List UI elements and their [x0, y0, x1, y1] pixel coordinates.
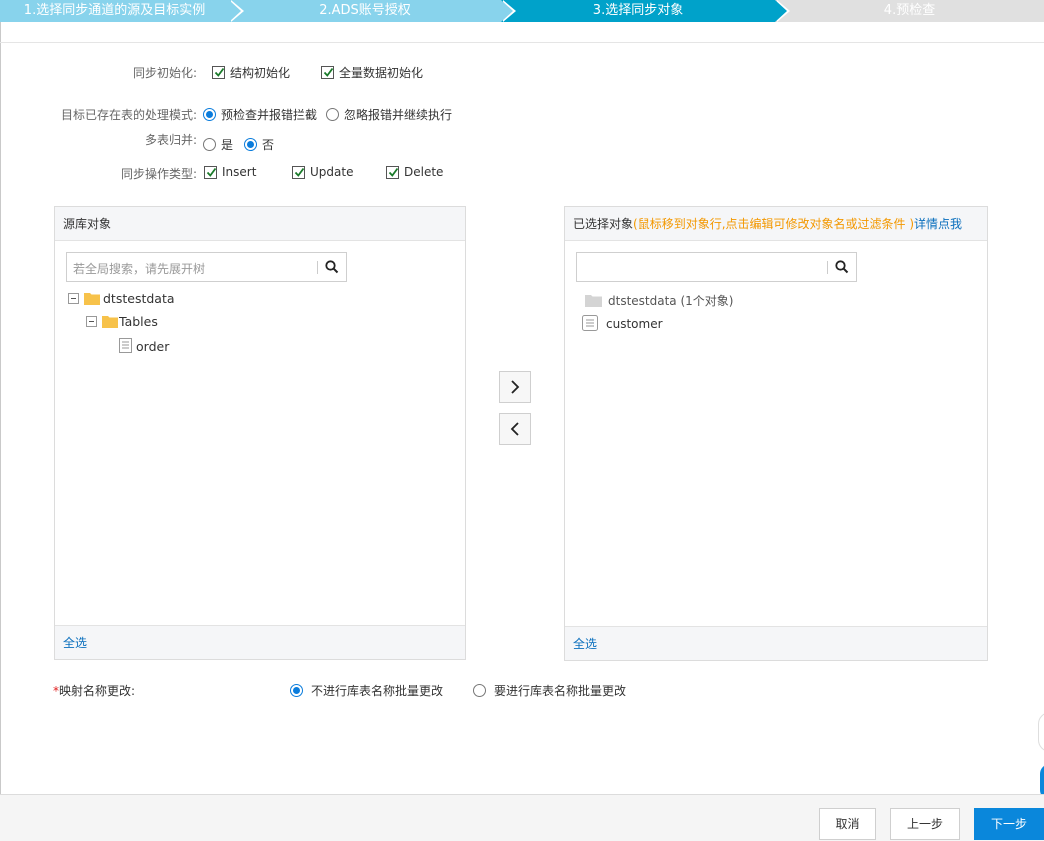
full-data-init-checkbox[interactable]: 全量数据初始化: [321, 64, 423, 81]
full-data-init-label: 全量数据初始化: [339, 66, 424, 80]
sync-init-label: 同步初始化:: [132, 66, 197, 80]
radio-selected-icon: [203, 108, 216, 121]
radio-unselected-icon: [203, 138, 216, 151]
selected-select-all[interactable]: 全选: [565, 626, 987, 660]
mapping-change-radio[interactable]: 要进行库表名称批量更改: [473, 682, 626, 699]
mapping-label: *映射名称更改:: [53, 682, 135, 699]
merge-no-radio[interactable]: 否: [244, 136, 274, 153]
checkbox-checked-icon: [292, 165, 305, 179]
insert-checkbox[interactable]: Insert: [204, 165, 256, 179]
selected-search-input[interactable]: [576, 252, 857, 282]
move-right-button[interactable]: [499, 371, 531, 403]
precheck-block-label: 预检查并报错拦截: [221, 108, 318, 122]
step-3: 3.选择同步对象: [501, 0, 790, 22]
folder-icon: [102, 316, 118, 328]
search-icon[interactable]: [325, 260, 339, 274]
step-2: 2.ADS账号授权: [229, 0, 516, 22]
struct-init-label: 结构初始化: [230, 66, 291, 80]
op-type-label: 同步操作类型:: [120, 167, 197, 181]
existing-table-label: 目标已存在表的处理模式:: [60, 108, 197, 122]
merge-yes-label: 是: [221, 138, 234, 152]
folder-icon: [84, 293, 100, 305]
checkbox-checked-icon: [212, 66, 225, 79]
collapse-toggle-icon[interactable]: [86, 316, 97, 327]
folder-icon: [585, 295, 602, 307]
mapping-no-change-radio[interactable]: 不进行库表名称批量更改: [290, 682, 443, 699]
collapse-toggle-icon[interactable]: [68, 293, 79, 304]
update-checkbox[interactable]: Update: [292, 165, 353, 179]
step-4: 4.预检查: [775, 0, 1044, 22]
tree-db-label: dtstestdata: [103, 291, 175, 306]
radio-selected-icon: [290, 684, 303, 697]
precheck-block-radio[interactable]: 预检查并报错拦截: [203, 106, 317, 123]
detail-link[interactable]: 详情点我: [914, 217, 962, 231]
selected-objects-panel: 已选择对象(鼠标移到对象行,点击编辑可修改对象名或过滤条件 )详情点我 dtst…: [564, 206, 988, 661]
source-objects-panel: 源库对象 若全局搜索，请先展开树 dtstestdata Tables orde…: [54, 206, 466, 660]
update-label: Update: [310, 165, 354, 179]
checkbox-checked-icon: [204, 165, 217, 179]
ignore-continue-radio[interactable]: 忽略报错并继续执行: [326, 106, 452, 123]
selected-table-label: customer: [606, 316, 663, 331]
mapping-change-label: 要进行库表名称批量更改: [494, 684, 627, 698]
step-3-label: 3.选择同步对象: [592, 3, 684, 18]
prev-step-button[interactable]: 上一步: [890, 808, 960, 840]
source-select-all[interactable]: 全选: [55, 625, 465, 659]
source-panel-title: 源库对象: [55, 207, 465, 241]
chevron-left-icon: [510, 422, 519, 436]
steps-divider: [0, 42, 1044, 43]
step-progress-bar: 1.选择同步通道的源及目标实例 2.ADS账号授权 3.选择同步对象 4.预检查: [0, 0, 1044, 22]
cancel-button[interactable]: 取消: [819, 808, 876, 840]
ignore-continue-label: 忽略报错并继续执行: [344, 108, 453, 122]
selected-panel-hint: (鼠标移到对象行,点击编辑可修改对象名或过滤条件 ): [633, 217, 915, 231]
move-left-button[interactable]: [499, 413, 531, 445]
radio-unselected-icon: [326, 108, 339, 121]
radio-unselected-icon: [473, 684, 486, 697]
selected-panel-title: 已选择对象: [573, 217, 634, 231]
merge-no-label: 否: [262, 138, 275, 152]
multi-merge-label: 多表归并:: [144, 133, 197, 147]
selected-node-db[interactable]: dtstestdata (1个对象): [585, 292, 733, 309]
source-search-placeholder: 若全局搜索，请先展开树: [73, 262, 206, 276]
tree-node-tables[interactable]: Tables: [86, 314, 158, 329]
mapping-no-change-label: 不进行库表名称批量更改: [311, 684, 444, 698]
checkbox-checked-icon: [386, 165, 399, 179]
search-icon[interactable]: [835, 260, 849, 274]
selected-db-label: dtstestdata (1个对象): [608, 294, 734, 308]
table-file-icon: [582, 315, 598, 331]
step-1: 1.选择同步通道的源及目标实例: [0, 0, 244, 22]
selected-panel-header: 已选择对象(鼠标移到对象行,点击编辑可修改对象名或过滤条件 )详情点我: [565, 207, 987, 241]
tree-node-db[interactable]: dtstestdata: [68, 291, 175, 306]
insert-label: Insert: [222, 165, 257, 179]
checkbox-checked-icon: [321, 66, 334, 79]
step-2-label: 2.ADS账号授权: [319, 3, 411, 18]
footer-bar: 取消 上一步 下一步: [0, 794, 1044, 841]
tree-table-label: order: [136, 338, 170, 354]
struct-init-checkbox[interactable]: 结构初始化: [212, 64, 290, 81]
chevron-right-icon: [511, 380, 520, 394]
mapping-label-text: 映射名称更改:: [59, 684, 136, 698]
selected-node-table[interactable]: customer: [582, 315, 663, 332]
edge-handle[interactable]: [1038, 712, 1044, 752]
radio-selected-icon: [244, 138, 257, 151]
tree-tables-label: Tables: [119, 314, 158, 329]
next-step-button[interactable]: 下一步: [974, 808, 1044, 840]
table-file-icon: [119, 338, 132, 353]
merge-yes-radio[interactable]: 是: [203, 136, 233, 153]
delete-checkbox[interactable]: Delete: [386, 165, 443, 179]
step-4-label: 4.预检查: [883, 3, 936, 18]
step-1-label: 1.选择同步通道的源及目标实例: [23, 3, 206, 18]
tree-node-table-order[interactable]: order: [119, 338, 169, 354]
delete-label: Delete: [404, 165, 444, 179]
source-search-input[interactable]: 若全局搜索，请先展开树: [66, 252, 347, 282]
